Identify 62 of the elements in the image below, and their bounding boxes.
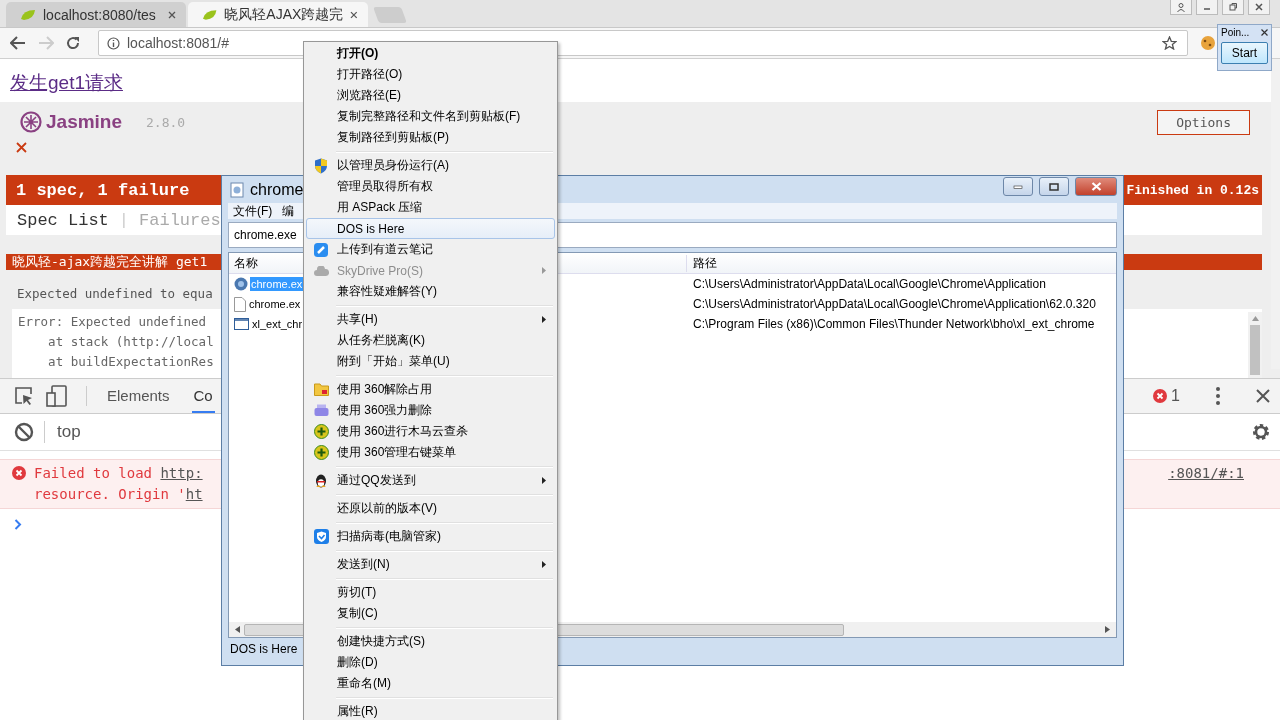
menu-item[interactable]: 扫描病毒(电脑管家): [306, 526, 555, 547]
start-button[interactable]: Start: [1221, 42, 1268, 64]
menu-item[interactable]: 还原以前的版本(V): [306, 498, 555, 519]
error-text: Failed to load: [34, 465, 153, 481]
failure-message: Expected undefined to equa: [17, 286, 213, 301]
results-tab[interactable]: Spec List: [17, 210, 109, 230]
file-name[interactable]: chrome.ex: [248, 297, 302, 311]
menu-item[interactable]: 使用 360强力删除: [306, 400, 555, 421]
nav-separator: |: [118, 210, 130, 230]
menu-item[interactable]: 以管理员身份运行(A): [306, 155, 555, 176]
menu-item[interactable]: 附到「开始」菜单(U): [306, 351, 555, 372]
source-link[interactable]: :8081/#:1: [1168, 463, 1244, 505]
error-count[interactable]: 1: [1171, 387, 1180, 405]
file-name[interactable]: xl_ext_chr: [251, 317, 304, 331]
jasmine-logo-text: Jasmine: [46, 111, 123, 133]
stack-line: Error: Expected undefined: [18, 313, 207, 331]
status-text: DOS is Here: [230, 642, 298, 656]
error-link[interactable]: ht: [185, 486, 203, 502]
browser-tab[interactable]: localhost:8080/tes: [6, 2, 186, 27]
menu-item[interactable]: DOS is Here: [306, 218, 555, 239]
menu-bar-item[interactable]: 文件(F): [233, 202, 273, 220]
menu-item[interactable]: 从任务栏脱离(K): [306, 330, 555, 351]
spec-title: 晓风轻-ajax跨越完全讲解 get1: [12, 253, 208, 271]
menu-item[interactable]: 属性(R): [306, 701, 555, 720]
window-title: chrome: [250, 180, 304, 199]
file-path: C:\Program Files (x86)\Common Files\Thunder Network\bho\xl_ext_chrome: [692, 317, 1096, 331]
menu-item[interactable]: 剪切(T): [306, 582, 555, 603]
menu-item[interactable]: 复制(C): [306, 603, 555, 624]
menu-item[interactable]: 使用 360解除占用: [306, 379, 555, 400]
options-button[interactable]: Options: [1157, 109, 1250, 135]
menu-item[interactable]: 通过QQ发送到: [306, 470, 555, 491]
menu-bar-item[interactable]: 编: [282, 202, 295, 220]
version-label: 2.8.0: [146, 114, 186, 130]
menu-item[interactable]: 发送到(N): [306, 554, 555, 575]
stack-line: at buildExpectationRes: [47, 353, 214, 371]
file-path: C:\Users\Administrator\AppData\Local\Google\Chrome\Application: [692, 277, 1047, 291]
error-link[interactable]: http:: [160, 465, 203, 481]
menu-item[interactable]: 管理员取得所有权: [306, 176, 555, 197]
devtools-tab[interactable]: Elements: [105, 379, 172, 413]
column-header[interactable]: 路径: [687, 254, 1116, 272]
menu-item[interactable]: 共享(H): [306, 309, 555, 330]
menu-item[interactable]: 创建快捷方式(S): [306, 631, 555, 652]
menu-item[interactable]: 删除(D): [306, 652, 555, 673]
browser-tab[interactable]: 晓风轻AJAX跨越完: [188, 2, 368, 27]
menu-item[interactable]: 打开路径(O): [306, 64, 555, 85]
popup-title: Poin...: [1221, 27, 1250, 38]
summary-text: 1 spec, 1 failure: [16, 180, 190, 200]
menu-item[interactable]: 使用 360进行木马云查杀: [306, 421, 555, 442]
duration-text: Finished in 0.12s: [1126, 182, 1259, 198]
request-link[interactable]: 发生get1请求: [10, 72, 123, 93]
menu-item[interactable]: 复制路径到剪贴板(P): [306, 127, 555, 148]
context-selector[interactable]: top: [57, 422, 81, 442]
menu-item[interactable]: 浏览路径(E): [306, 85, 555, 106]
menu-item[interactable]: 用 ASPack 压缩: [306, 197, 555, 218]
stack-line: at stack (http://local: [47, 333, 214, 351]
devtools-tab[interactable]: Co: [191, 379, 215, 413]
menu-item[interactable]: 兼容性疑难解答(Y): [306, 281, 555, 302]
menu-item[interactable]: 重命名(M): [306, 673, 555, 694]
menu-item[interactable]: 复制完整路径和文件名到剪贴板(F): [306, 106, 555, 127]
file-path: C:\Users\Administrator\AppData\Local\Google\Chrome\Application\62.0.320: [692, 297, 1097, 311]
error-text: resource. Origin ': [34, 486, 186, 502]
menu-item[interactable]: 使用 360管理右键菜单: [306, 442, 555, 463]
